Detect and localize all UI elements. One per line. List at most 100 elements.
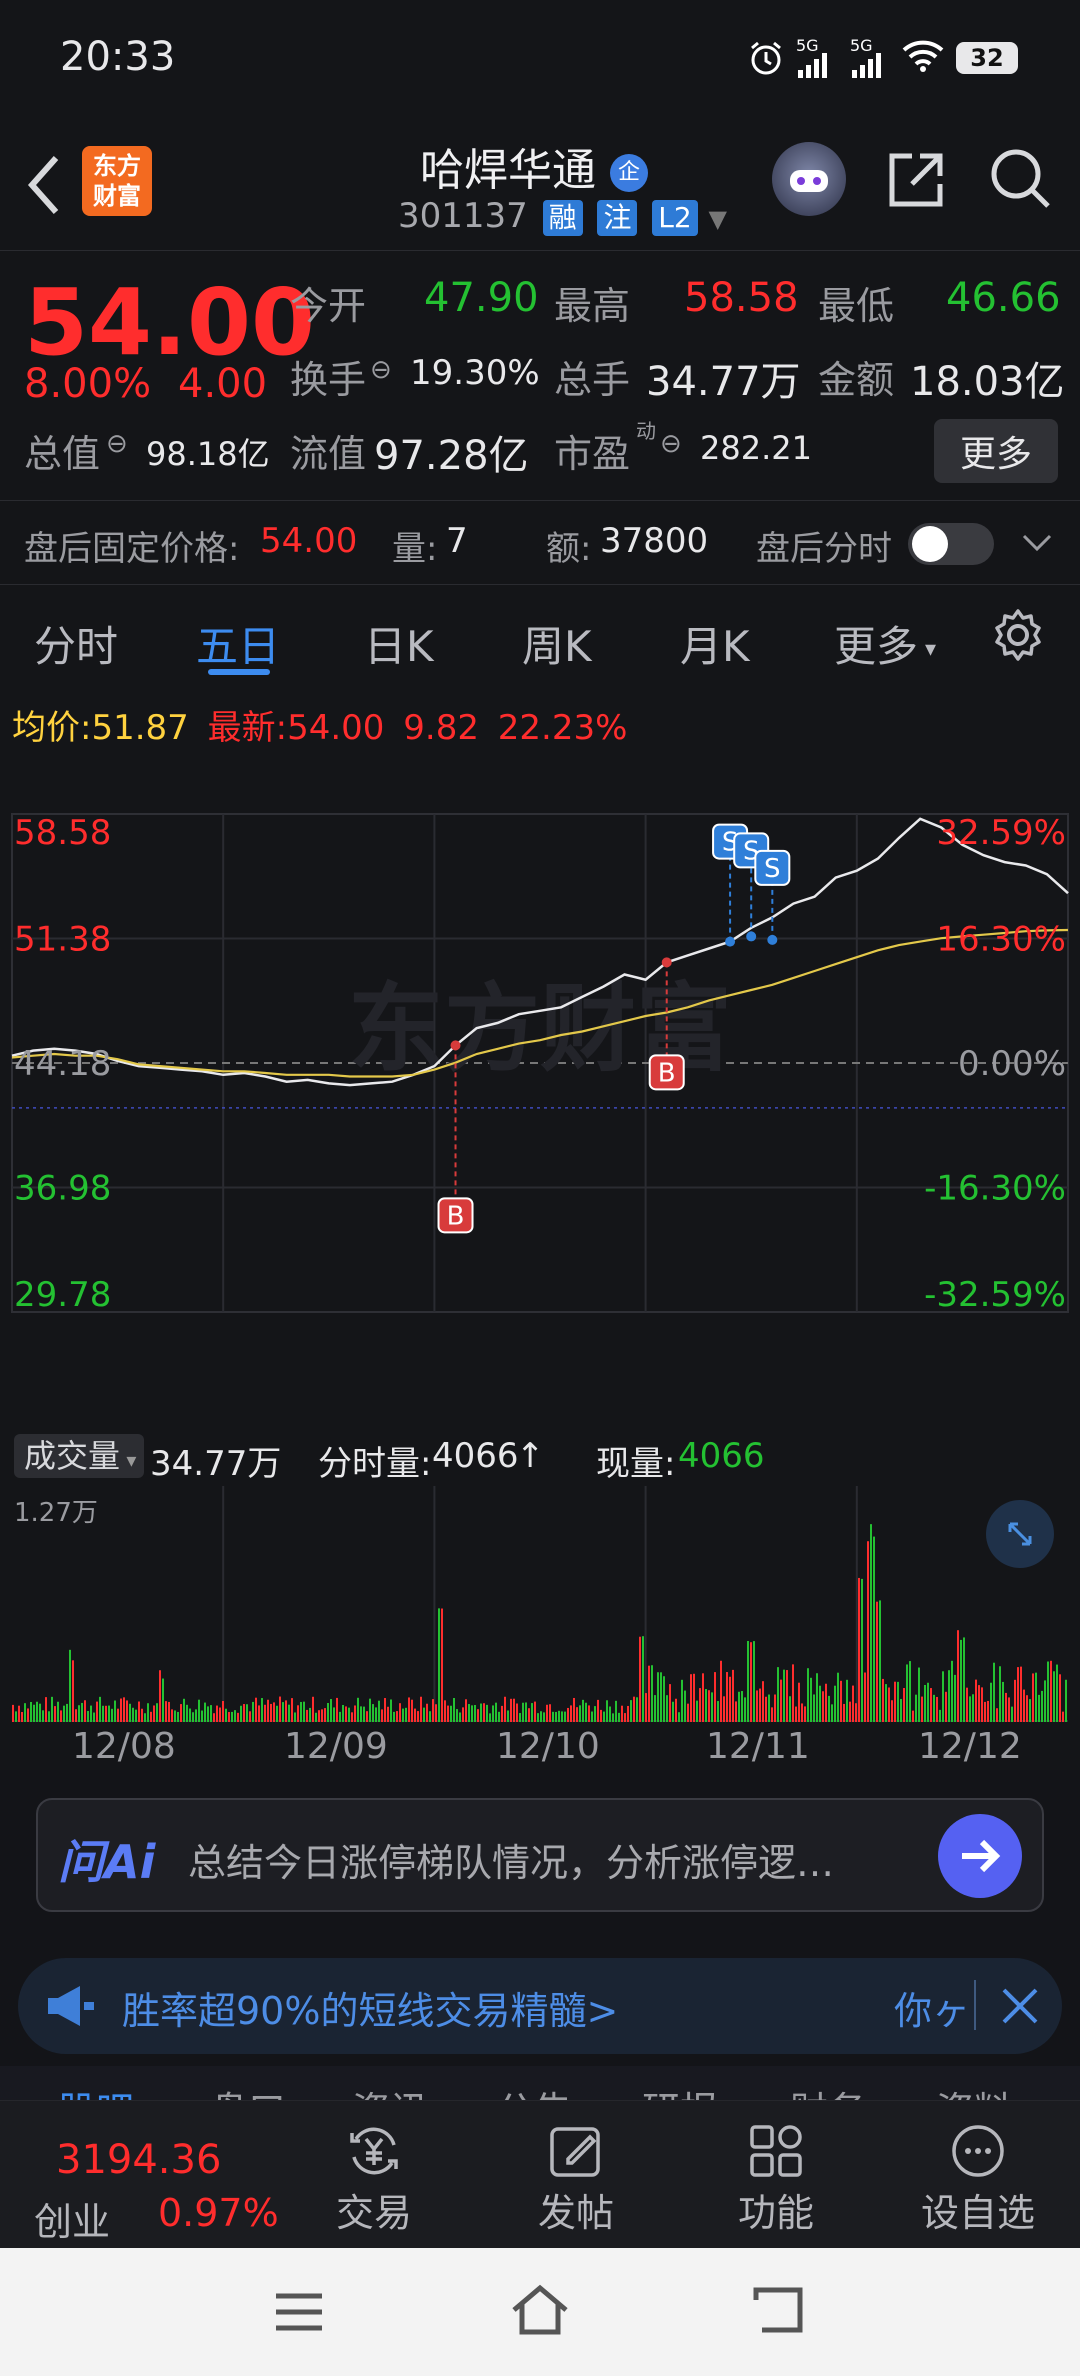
volume-bar bbox=[1062, 1711, 1064, 1722]
index-pct: 0.97% bbox=[158, 2191, 279, 2235]
info-icon-2[interactable]: ⊖ bbox=[106, 429, 128, 459]
info-icon[interactable]: ⊖ bbox=[370, 355, 392, 385]
volume-bar bbox=[225, 1708, 227, 1722]
after-hours-bar: 盘后固定价格: 54.00 量: 7 额: 37800 盘后分时 bbox=[0, 500, 1080, 585]
volume-bar bbox=[783, 1669, 785, 1722]
volume-bar bbox=[216, 1705, 218, 1722]
close-icon[interactable] bbox=[998, 1984, 1042, 2032]
tab-intraday[interactable]: 分时 bbox=[34, 613, 118, 674]
volume-bar bbox=[408, 1697, 410, 1722]
volume-bar bbox=[714, 1672, 716, 1722]
volume-bar bbox=[336, 1697, 338, 1722]
ah-vol-label: 量: bbox=[392, 529, 438, 569]
share-icon[interactable] bbox=[884, 148, 948, 216]
chevron-down-icon-2[interactable] bbox=[1020, 525, 1054, 563]
buy-marker-label: B bbox=[447, 1201, 465, 1231]
volume-bar bbox=[1035, 1672, 1037, 1722]
more-button[interactable]: 更多 bbox=[934, 419, 1059, 483]
volume-bar bbox=[675, 1698, 677, 1722]
volume-bar bbox=[1059, 1674, 1061, 1722]
info-tab-announcements[interactable]: 公告 bbox=[496, 2080, 572, 2100]
volume-bar bbox=[351, 1712, 353, 1722]
ah-price: 54.00 bbox=[260, 521, 358, 561]
home-icon[interactable] bbox=[510, 2284, 570, 2340]
volume-bar bbox=[138, 1701, 140, 1722]
volume-bar bbox=[318, 1710, 320, 1722]
volume-bar bbox=[81, 1702, 83, 1722]
volume-bar bbox=[900, 1698, 902, 1722]
volume-bar bbox=[537, 1713, 539, 1722]
ai-send-button[interactable] bbox=[938, 1814, 1022, 1898]
pe-sup: 动 bbox=[636, 419, 656, 443]
volume-bar bbox=[393, 1711, 395, 1722]
nav-post[interactable]: 发帖 bbox=[506, 2101, 646, 2249]
volume-bar bbox=[222, 1700, 224, 1722]
trade-point bbox=[661, 957, 672, 968]
after-hours-toggle[interactable] bbox=[908, 523, 994, 565]
volume-bar bbox=[111, 1708, 113, 1722]
volume-bar bbox=[261, 1698, 263, 1722]
info-tab-news[interactable]: 资讯 bbox=[352, 2080, 428, 2100]
stock-name[interactable]: 哈焊华通 企 bbox=[420, 134, 648, 198]
volume-indicator-select[interactable]: 成交量 ▾ bbox=[14, 1434, 144, 1478]
tab-daily-k[interactable]: 日K bbox=[364, 613, 434, 674]
volume-bar bbox=[630, 1700, 632, 1722]
volume-bar bbox=[813, 1694, 815, 1722]
stock-code-row[interactable]: 301137 融 注 L2 ▼ bbox=[398, 196, 727, 236]
assistant-avatar[interactable] bbox=[772, 142, 846, 216]
price-chart[interactable]: 东方财富BBS SS58.58 32.59%51.38 16.30%44.18 0.00… bbox=[0, 752, 1080, 1322]
volume-bar bbox=[459, 1712, 461, 1722]
back-icon[interactable] bbox=[22, 150, 66, 224]
x-label-5: 12/12 bbox=[918, 1726, 1022, 1767]
nav-add-watchlist[interactable]: 设自选 bbox=[908, 2101, 1048, 2249]
volume-chart[interactable] bbox=[0, 1486, 1080, 1722]
volume-bar bbox=[1053, 1671, 1055, 1722]
volume-bar bbox=[420, 1696, 422, 1722]
ai-prompt-box[interactable]: 问Ai 总结今日涨停梯队情况，分析涨停逻… bbox=[36, 1798, 1044, 1912]
volume-bar bbox=[594, 1706, 596, 1722]
volume-bar bbox=[627, 1705, 629, 1722]
volume-bar bbox=[624, 1713, 626, 1722]
info-tab-profile[interactable]: 资料 bbox=[936, 2080, 1012, 2100]
volume-bar bbox=[453, 1698, 455, 1722]
pe-label: 市盈 bbox=[554, 432, 631, 476]
back-nav-icon[interactable] bbox=[752, 2286, 806, 2342]
info-tab-orderbook[interactable]: 盘口 bbox=[210, 2080, 286, 2100]
volume-bar bbox=[501, 1705, 503, 1722]
volume-bar bbox=[15, 1711, 17, 1722]
turnover-label: 换手 bbox=[290, 358, 367, 402]
volume-bar bbox=[861, 1578, 863, 1722]
menu-icon[interactable] bbox=[274, 2290, 324, 2338]
banner-text: 胜率超90%的短线交易精髓> bbox=[122, 1989, 619, 2033]
tab-monthly-k[interactable]: 月K bbox=[680, 613, 750, 674]
index-ticker[interactable]: 3194.36 创业 0.97% bbox=[0, 2101, 300, 2249]
stock-code: 301137 bbox=[398, 196, 528, 236]
tab-more[interactable]: 更多 ▾ bbox=[834, 613, 936, 674]
nav-trade[interactable]: 交易 bbox=[304, 2101, 444, 2249]
volume-bar bbox=[279, 1696, 281, 1722]
status-time: 20:33 bbox=[60, 34, 176, 80]
gear-icon[interactable] bbox=[990, 607, 1046, 667]
info-tab-finance[interactable]: 财务 bbox=[790, 2080, 866, 2100]
info-tab-research[interactable]: 研报 bbox=[642, 2080, 718, 2100]
info-icon-3[interactable]: ⊖ bbox=[660, 429, 682, 459]
tab-five-day[interactable]: 五日 bbox=[196, 613, 280, 674]
volume-bar bbox=[891, 1700, 893, 1722]
volume-bar bbox=[933, 1694, 935, 1722]
nav-functions[interactable]: 功能 bbox=[706, 2101, 846, 2249]
tab-weekly-k[interactable]: 周K bbox=[522, 613, 592, 674]
volume-bar bbox=[678, 1712, 680, 1722]
volume-bar bbox=[240, 1705, 242, 1722]
volume-bar bbox=[876, 1601, 878, 1722]
volume-bar bbox=[708, 1690, 710, 1722]
promo-banner[interactable]: 胜率超90%的短线交易精髓> 你ヶ bbox=[18, 1958, 1062, 2054]
info-tab-forum[interactable]: 股吧 bbox=[58, 2080, 134, 2100]
volume-bar bbox=[450, 1705, 452, 1722]
volume-bar bbox=[384, 1698, 386, 1722]
tag-margin: 融 bbox=[542, 200, 583, 236]
volume-bar bbox=[75, 1709, 77, 1722]
volume-bar bbox=[399, 1703, 401, 1722]
expand-icon[interactable] bbox=[986, 1500, 1054, 1568]
search-icon[interactable] bbox=[988, 146, 1054, 216]
volume-bar bbox=[156, 1703, 158, 1722]
